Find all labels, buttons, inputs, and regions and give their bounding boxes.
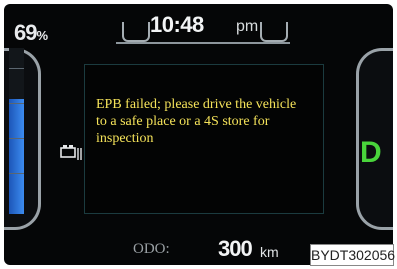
instrument-panel: 69% 10:48 pm EPB failed; please drive th… [4, 4, 393, 265]
battery-level-bar [9, 99, 24, 214]
figure-frame: 69% 10:48 pm EPB failed; please drive th… [0, 0, 397, 269]
clock-bar-tab [122, 22, 150, 42]
odometer-value: 300 [218, 236, 253, 261]
battery-percent-value: 69 [14, 20, 38, 45]
clock-bar-tab [260, 22, 288, 42]
odometer-label: ODO: [133, 241, 170, 257]
battery-percent-sign: % [36, 28, 48, 43]
clock-period: pm [236, 18, 259, 35]
warning-message: EPB failed; please drive the vehicle to … [96, 97, 297, 146]
battery-percent: 69% [14, 20, 48, 46]
gauge-tick [9, 103, 24, 104]
epb-warning-icon [60, 145, 82, 160]
gauge-tick [9, 173, 24, 174]
gauge-tick [9, 138, 24, 139]
figure-code-label: BYDT302056 [310, 244, 395, 266]
odometer-unit: km [260, 244, 279, 260]
clock-time: 10:48 [150, 12, 204, 37]
gear-indicator: D [360, 136, 382, 169]
battery-gauge [9, 48, 24, 214]
gauge-tick [9, 68, 24, 69]
